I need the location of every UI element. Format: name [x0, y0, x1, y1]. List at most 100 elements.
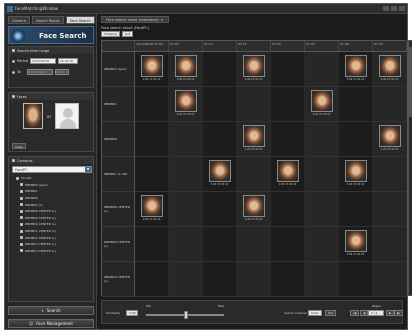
camera-list: FacePC DBMB04 (spot) DBMB01 DBMB06 DBMB0…	[12, 175, 90, 254]
face-hit-thumbnail[interactable]	[208, 160, 231, 182]
camera-item[interactable]: FacePC	[12, 175, 90, 182]
timeline-cell	[135, 262, 169, 297]
timeline-cell	[339, 192, 373, 227]
time-range-label: Search time range	[17, 48, 50, 53]
to-date-field[interactable]: 2013/09/26	[26, 69, 53, 75]
camera-item[interactable]: DBMB11 CENTER (L)	[12, 228, 90, 235]
face-hit-thumbnail[interactable]	[344, 230, 367, 252]
row-header: DBMB09 CENTER (L)	[102, 227, 135, 262]
face-hit-thumbnail[interactable]	[378, 125, 401, 147]
result-tab[interactable]: Face search result (relevance) ×	[101, 16, 169, 23]
timeline-cell[interactable]: 0.99 07:00:00	[339, 52, 373, 87]
timeline-cell	[169, 157, 203, 192]
timeline-cell[interactable]: 0.99 07:00:00	[237, 192, 271, 227]
tab-camera[interactable]: Camera	[8, 16, 30, 24]
face-hit-thumbnail[interactable]	[242, 195, 265, 217]
last-page-button[interactable]: ▶|	[394, 310, 404, 316]
column-header: 07:25	[305, 41, 339, 52]
camera-item[interactable]: DBMB01	[12, 188, 90, 195]
timeline-cell[interactable]: 0.99 07:00:00	[373, 52, 407, 87]
minimize-icon[interactable]	[383, 6, 389, 11]
timeline-cell[interactable]: 0.99 07:00:00	[169, 52, 203, 87]
face-hit-thumbnail[interactable]	[344, 160, 367, 182]
timeline-cell[interactable]: 0.99 07:00:00	[203, 157, 237, 192]
face-hit-thumbnail[interactable]	[242, 55, 265, 77]
timeline-cell	[305, 227, 339, 262]
first-page-button[interactable]: |◀	[350, 310, 360, 316]
camera-item[interactable]: DBMB04 (spot)	[12, 182, 90, 189]
timeline-cell[interactable]: 0.99 07:00:00	[339, 157, 373, 192]
time-range-checkbox[interactable]	[12, 49, 15, 52]
main-panel: Face search result (relevance) × Face se…	[97, 14, 412, 329]
maximize-icon[interactable]	[391, 6, 397, 11]
period-radio[interactable]	[12, 59, 15, 63]
timeline-cell[interactable]: 0.99 07:00:00	[305, 87, 339, 122]
timeline-cell	[271, 227, 305, 262]
timeline-cell[interactable]: 0.99 07:00:00	[271, 157, 305, 192]
face-hit-thumbnail[interactable]	[276, 160, 299, 182]
timeline-cell[interactable]: 0.99 07:00:00	[237, 52, 271, 87]
camera-item[interactable]: DBMB12 CENTER (L)	[12, 234, 90, 241]
faces-checkbox[interactable]	[12, 95, 15, 98]
timeline-cell	[271, 122, 305, 157]
close-icon[interactable]	[399, 6, 405, 11]
tab-search-result[interactable]: Search Result	[31, 16, 64, 24]
timeline-cell[interactable]: 0.99 07:00:00	[169, 87, 203, 122]
timeline-cell	[135, 87, 169, 122]
camera-item[interactable]: DBMB06	[12, 195, 90, 202]
timeline-cell[interactable]: 0.99 07:00:00	[135, 52, 169, 87]
timeline-cell	[237, 157, 271, 192]
camera-item[interactable]: DBMB10 CENTER (L)	[12, 221, 90, 228]
face-hit-thumbnail[interactable]	[140, 55, 163, 77]
empty-face-slot[interactable]	[55, 103, 80, 129]
face-hit-caption: 0.99 07:00:00	[244, 148, 263, 151]
timeline-cell[interactable]: 0.99 07:00:00	[237, 122, 271, 157]
timeline-view-button[interactable]: Timeline	[101, 31, 120, 37]
face-hit-thumbnail[interactable]	[310, 90, 333, 112]
similarity-slider[interactable]	[146, 311, 224, 319]
chevron-down-icon[interactable]: ▼	[85, 167, 91, 172]
column-header: 07:30	[339, 41, 373, 52]
from-date-field[interactable]: 2013/09/26	[29, 58, 56, 64]
clear-faces-button[interactable]: Clear	[12, 143, 26, 149]
to-time-field[interactable]: 00:00	[54, 69, 69, 75]
face-hit-caption: 0.99 07:00:00	[210, 183, 229, 186]
timeline-cell	[373, 157, 407, 192]
query-face-image[interactable]	[23, 103, 43, 129]
face-hit-thumbnail[interactable]	[344, 55, 367, 77]
search-icon: ⌕	[41, 308, 44, 313]
search-button[interactable]: ⌕ Search	[8, 306, 94, 315]
cameras-checkbox[interactable]	[12, 159, 15, 162]
face-hit-thumbnail[interactable]	[242, 125, 265, 147]
face-hit-thumbnail[interactable]	[174, 90, 197, 112]
camera-item[interactable]: DBMB08 CENTER (L)	[12, 208, 90, 215]
face-hit-caption: 0.99 07:00:00	[244, 78, 263, 81]
from-time-field[interactable]: 00:00:00	[57, 58, 78, 64]
timeline-cell	[203, 87, 237, 122]
similarity-value[interactable]: 0.50	[126, 310, 138, 316]
face-management-button[interactable]: ☺ Face Management	[8, 319, 94, 328]
tab-face-search[interactable]: Face Search	[65, 16, 95, 24]
camera-item[interactable]: DBMB13 CENTER (L)	[12, 241, 90, 248]
to-radio[interactable]	[12, 70, 15, 74]
timeline-cell[interactable]: 0.99 07:00:00	[339, 227, 373, 262]
row-header: DBMB06	[102, 122, 135, 157]
camera-item[interactable]: DBMB09 CENTER (L)	[12, 215, 90, 222]
camera-group-select[interactable]: FacePC ▼	[12, 166, 92, 173]
face-hit-thumbnail[interactable]	[140, 195, 163, 217]
set-interval-button[interactable]: Set	[325, 310, 336, 316]
close-tab-icon[interactable]: ×	[161, 18, 164, 22]
timeline-cell[interactable]: 0.99 07:00:00	[373, 122, 407, 157]
slider-knob[interactable]	[184, 311, 188, 319]
left-panel: Camera Search Result Face Search Face Se…	[5, 14, 97, 329]
interval-value[interactable]: 1min	[308, 310, 322, 316]
vertical-scrollbar[interactable]	[408, 40, 412, 296]
face-hit-thumbnail[interactable]	[378, 55, 401, 77]
to-label: To	[17, 70, 21, 74]
camera-item[interactable]: DBMB14 CENTER (L)	[12, 248, 90, 255]
face-search-banner: Face Search	[8, 26, 94, 44]
timeline-cell[interactable]: 0.99 07:00:00	[135, 192, 169, 227]
face-hit-thumbnail[interactable]	[174, 55, 197, 77]
list-view-button[interactable]: List	[121, 31, 134, 37]
camera-item[interactable]: DBMB07 (L)	[12, 201, 90, 208]
